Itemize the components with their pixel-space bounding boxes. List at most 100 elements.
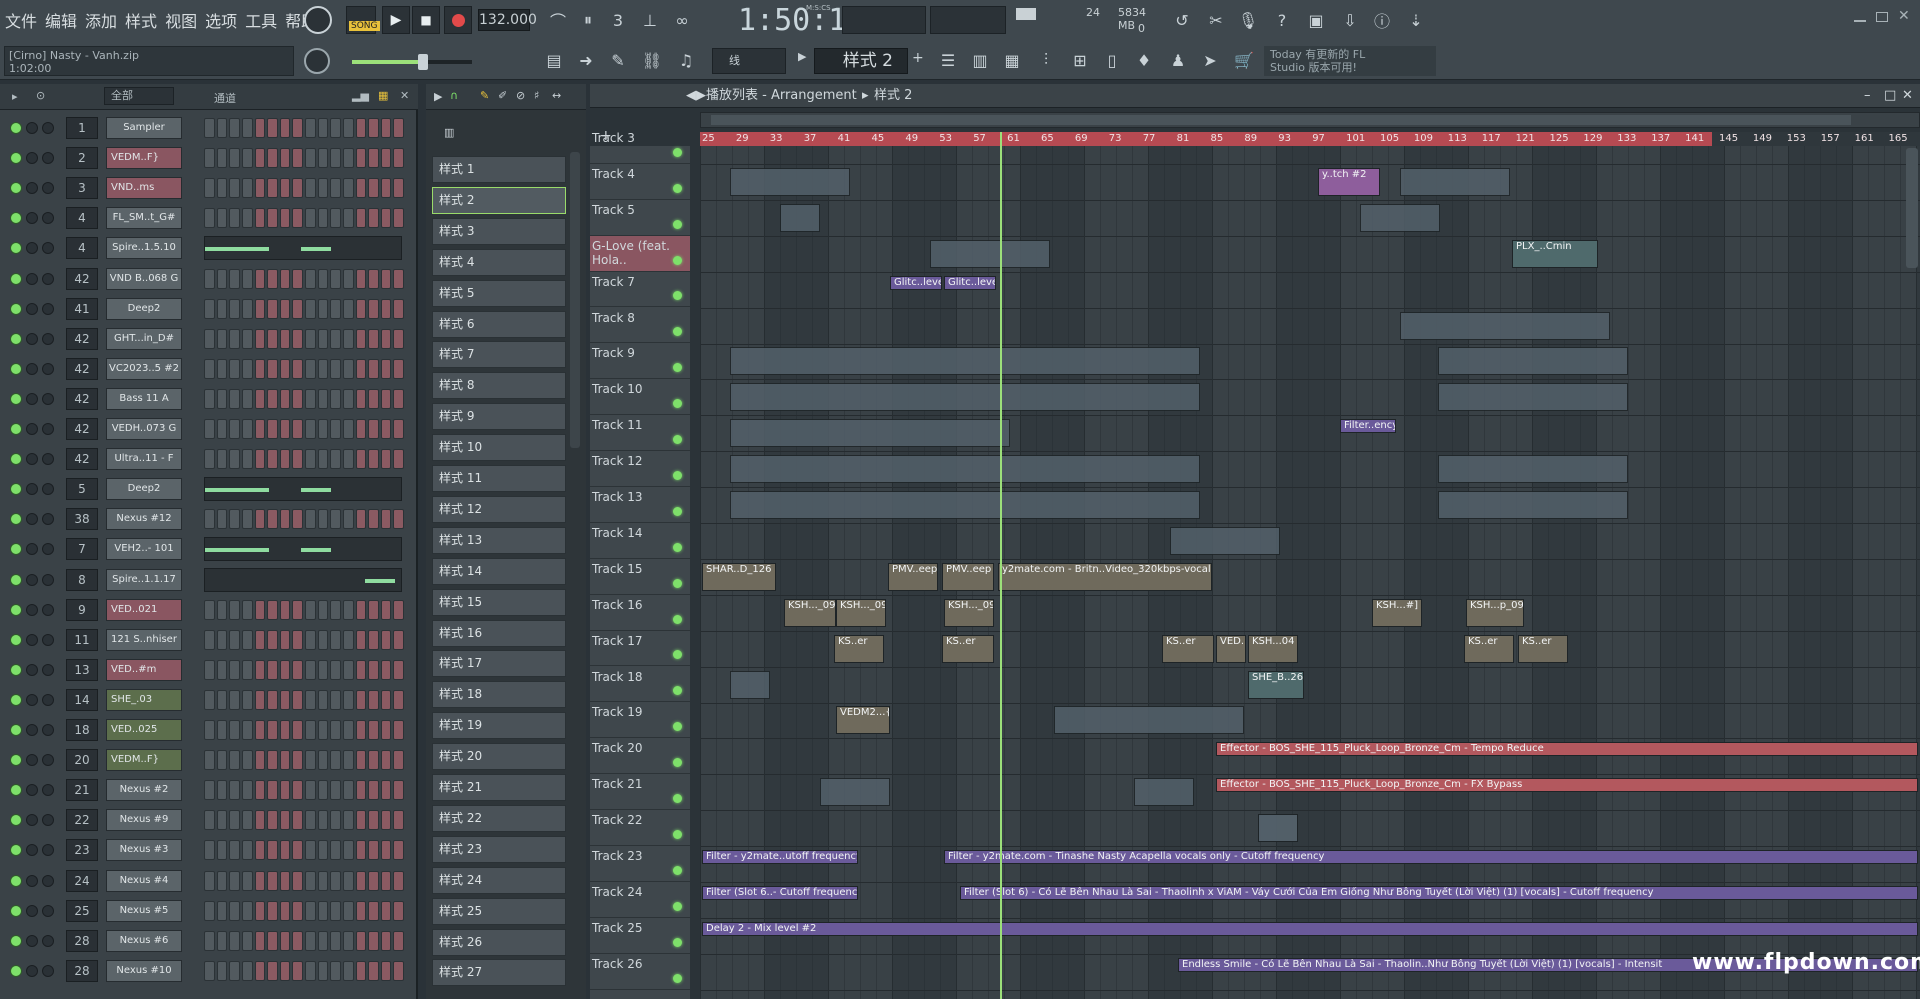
mixer-track-number[interactable]: 24 bbox=[66, 869, 98, 892]
pattern-item[interactable]: 样式 17 bbox=[432, 650, 566, 678]
step-button[interactable] bbox=[305, 659, 316, 680]
download-icon[interactable]: ⇣ bbox=[1402, 6, 1430, 34]
step-button[interactable] bbox=[393, 178, 404, 199]
mute-led-icon[interactable] bbox=[10, 934, 22, 947]
step-button[interactable] bbox=[305, 388, 316, 409]
step-button[interactable] bbox=[292, 930, 303, 951]
track-active-led-icon[interactable] bbox=[673, 758, 682, 768]
step-button[interactable] bbox=[368, 358, 379, 379]
channel-name-button[interactable]: VND..ms bbox=[106, 177, 182, 200]
channel-row[interactable]: 13 VED..#m bbox=[8, 656, 408, 686]
pan-knob[interactable] bbox=[26, 964, 38, 977]
step-button[interactable] bbox=[393, 388, 404, 409]
graph-editor-icon[interactable]: ▂▅ bbox=[352, 89, 369, 102]
step-button[interactable] bbox=[393, 208, 404, 229]
step-button[interactable] bbox=[317, 118, 329, 138]
step-button[interactable] bbox=[292, 960, 303, 981]
channel-name-button[interactable]: Sampler bbox=[106, 117, 182, 139]
step-button[interactable] bbox=[380, 720, 392, 740]
step-button[interactable] bbox=[267, 328, 278, 349]
step-button[interactable] bbox=[292, 298, 303, 319]
step-button[interactable] bbox=[368, 419, 379, 439]
step-button[interactable] bbox=[241, 268, 253, 289]
step-button[interactable] bbox=[355, 689, 367, 710]
pattern-item[interactable]: 样式 22 bbox=[432, 804, 566, 832]
step-button[interactable] bbox=[393, 358, 404, 379]
mixer-track-number[interactable]: 21 bbox=[66, 779, 98, 802]
step-button[interactable] bbox=[368, 930, 379, 951]
step-button[interactable] bbox=[317, 810, 329, 831]
channel-row[interactable]: 8 Spire..1.1.17 bbox=[8, 566, 408, 596]
step-button[interactable] bbox=[355, 268, 367, 289]
step-button[interactable] bbox=[229, 419, 240, 439]
mixer-track-number[interactable]: 42 bbox=[66, 418, 98, 440]
pan-knob[interactable] bbox=[26, 212, 38, 225]
playlist-clip[interactable]: Filter - y2mate.com - Tinashe Nasty Acap… bbox=[944, 850, 1918, 864]
playlist-clip[interactable]: y2mate.com - Britn..Video_320kbps-vocals bbox=[998, 562, 1212, 591]
pattern-selector[interactable]: 样式 2 bbox=[814, 48, 908, 74]
step-button[interactable] bbox=[393, 148, 404, 169]
step-button[interactable] bbox=[254, 509, 266, 530]
channel-row[interactable]: 14 SHE_.03 bbox=[8, 686, 408, 716]
volume-knob[interactable] bbox=[42, 603, 54, 616]
snap-select[interactable]: 线 bbox=[712, 48, 786, 74]
playlist-clip[interactable]: KSH...p_09 bbox=[1466, 598, 1524, 627]
pattern-item[interactable]: 样式 18 bbox=[432, 681, 566, 709]
step-button[interactable] bbox=[342, 840, 354, 861]
step-button[interactable] bbox=[279, 358, 291, 379]
volume-knob[interactable] bbox=[42, 212, 54, 225]
step-button[interactable] bbox=[267, 629, 278, 650]
channel-name-button[interactable]: VED..025 bbox=[106, 719, 182, 741]
step-button[interactable] bbox=[342, 509, 354, 530]
step-button[interactable] bbox=[355, 208, 367, 229]
step-button[interactable] bbox=[216, 629, 228, 650]
step-button[interactable] bbox=[204, 328, 215, 349]
step-button[interactable] bbox=[279, 208, 291, 229]
step-button[interactable] bbox=[267, 298, 278, 319]
step-button[interactable] bbox=[254, 780, 266, 801]
arrangement-grid[interactable]: y..tch #2 PLX_..Cmin Glitc..level Glitc..le… bbox=[700, 146, 1920, 999]
pan-knob[interactable] bbox=[26, 483, 38, 496]
mixer-track-number[interactable]: 42 bbox=[66, 387, 98, 410]
volume-knob[interactable] bbox=[42, 513, 54, 526]
playlist-menu-icon[interactable]: ◀▶ bbox=[686, 84, 706, 108]
mute-led-icon[interactable] bbox=[10, 603, 22, 616]
step-button[interactable] bbox=[355, 659, 367, 680]
channel-row[interactable]: 42 VEDH..073 G bbox=[8, 415, 408, 445]
step-button[interactable] bbox=[393, 599, 404, 620]
mute-led-icon[interactable] bbox=[10, 332, 22, 345]
step-button[interactable] bbox=[216, 960, 228, 981]
step-button[interactable] bbox=[380, 328, 392, 349]
step-button[interactable] bbox=[368, 810, 379, 831]
step-button[interactable] bbox=[355, 840, 367, 861]
step-button[interactable] bbox=[380, 810, 392, 831]
pattern-item[interactable]: 样式 4 bbox=[432, 248, 566, 276]
pan-knob[interactable] bbox=[26, 152, 38, 165]
step-button[interactable] bbox=[229, 960, 240, 981]
volume-knob[interactable] bbox=[42, 633, 54, 646]
track-header[interactable]: Track 4 bbox=[590, 164, 690, 200]
step-button[interactable] bbox=[342, 268, 354, 289]
step-button[interactable] bbox=[229, 750, 240, 771]
channel-name-button[interactable]: Ultra..11 - F bbox=[106, 448, 182, 471]
step-button[interactable] bbox=[204, 268, 215, 289]
mixer-track-number[interactable]: 11 bbox=[66, 628, 98, 651]
playlist-clip[interactable]: KSH..._09 bbox=[944, 598, 994, 627]
step-button[interactable] bbox=[317, 960, 329, 981]
step-button[interactable] bbox=[279, 689, 291, 710]
pattern-clip[interactable] bbox=[1400, 311, 1610, 340]
channel-row[interactable]: 38 Nexus #12 bbox=[8, 505, 408, 535]
step-button[interactable] bbox=[342, 930, 354, 951]
step-button[interactable] bbox=[216, 449, 228, 470]
step-button[interactable] bbox=[279, 328, 291, 349]
track-header[interactable]: Track 9 bbox=[590, 343, 690, 380]
step-button[interactable] bbox=[204, 900, 215, 921]
step-button[interactable] bbox=[330, 449, 341, 470]
channel-row[interactable]: 41 Deep2 bbox=[8, 295, 408, 325]
menu-edit[interactable]: 编辑 bbox=[44, 8, 78, 32]
stamp-icon[interactable]: ♫ bbox=[672, 46, 700, 74]
mixer-track-number[interactable]: 23 bbox=[66, 839, 98, 862]
step-button[interactable] bbox=[380, 840, 392, 861]
pattern-item[interactable]: 样式 12 bbox=[432, 495, 566, 523]
volume-knob[interactable] bbox=[42, 122, 54, 134]
